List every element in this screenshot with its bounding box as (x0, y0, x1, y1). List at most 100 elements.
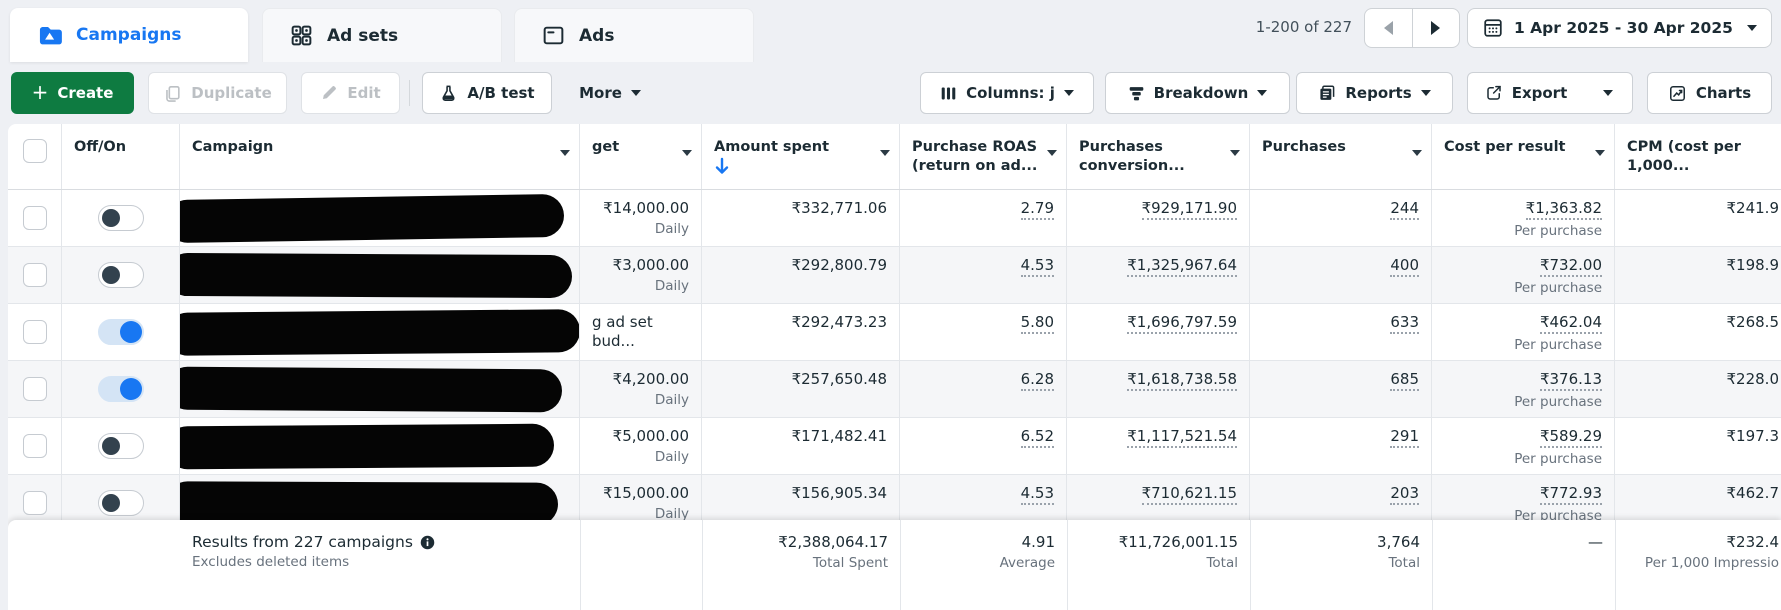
sort-menu-icon[interactable] (1595, 150, 1605, 156)
cost-per-result-cell: ₹732.00 Per purchase (1432, 247, 1615, 303)
breakdown-button[interactable]: Breakdown (1105, 72, 1290, 114)
toolbar-divider (409, 80, 410, 106)
reports-button-label: Reports (1345, 84, 1411, 102)
campaign-name-cell[interactable] (180, 361, 580, 417)
redacted-campaign-name (180, 253, 572, 298)
chevron-down-icon (1064, 90, 1074, 96)
header-amount-spent[interactable]: Amount spent (702, 124, 900, 189)
breakdown-icon (1128, 85, 1145, 102)
budget-cell: ₹3,000.00 Daily (580, 247, 702, 303)
budget-cell: ₹4,200.00 Daily (580, 361, 702, 417)
footer-conversion-value: ₹11,726,001.15 Total (1067, 520, 1250, 610)
campaign-name-cell[interactable] (180, 247, 580, 303)
columns-icon (940, 85, 957, 102)
campaign-toggle[interactable] (98, 376, 144, 402)
amount-spent-cell: ₹332,771.06 (702, 190, 900, 246)
reports-button[interactable]: Reports (1296, 72, 1453, 114)
ab-test-button[interactable]: A/B test (422, 72, 552, 114)
campaign-toggle[interactable] (98, 490, 144, 516)
duplicate-button[interactable]: Duplicate (148, 72, 287, 114)
purchases-cell: 633 (1250, 304, 1432, 360)
campaign-toggle[interactable] (98, 205, 144, 231)
header-checkbox-cell (8, 124, 62, 189)
purchases-conversion-value-cell: ₹929,171.90 (1067, 190, 1250, 246)
cpm-cell: ₹241.9 (1615, 190, 1781, 246)
toggle-knob (120, 378, 142, 400)
cpm-cell: ₹268.5 (1615, 304, 1781, 360)
header-purchases[interactable]: Purchases (1250, 124, 1432, 189)
header-cost-per-result[interactable]: Cost per result (1432, 124, 1615, 189)
row-checkbox[interactable] (23, 491, 47, 515)
export-button-label: Export (1512, 84, 1568, 102)
campaign-name-cell[interactable] (180, 418, 580, 474)
header-off-on: Off/On (62, 124, 180, 189)
toggle-knob (120, 321, 142, 343)
sort-menu-icon[interactable] (1412, 150, 1422, 156)
tab-ads[interactable]: Ads (514, 8, 754, 62)
tab-ad-sets[interactable]: Ad sets (262, 8, 502, 62)
tab-campaigns[interactable]: Campaigns (10, 8, 248, 62)
columns-button[interactable]: Columns: j (920, 72, 1094, 114)
ad-sets-grid-icon (289, 23, 314, 48)
chevron-down-icon (1747, 25, 1757, 31)
cost-per-result-cell: ₹462.04 Per purchase (1432, 304, 1615, 360)
select-all-checkbox[interactable] (23, 139, 47, 163)
toggle-knob (102, 437, 120, 455)
header-campaign[interactable]: Campaign (180, 124, 580, 189)
campaign-name-cell[interactable] (180, 190, 580, 246)
sort-menu-icon[interactable] (682, 150, 692, 156)
chevron-down-icon (1421, 90, 1431, 96)
footer-budget-cell (580, 520, 702, 610)
campaign-toggle[interactable] (98, 433, 144, 459)
info-icon[interactable] (420, 535, 435, 550)
row-checkbox[interactable] (23, 377, 47, 401)
charts-button[interactable]: Charts (1647, 72, 1772, 114)
row-checkbox[interactable] (23, 206, 47, 230)
purchase-roas-cell: 4.53 (900, 247, 1067, 303)
edit-button[interactable]: Edit (301, 72, 400, 114)
sort-menu-icon[interactable] (1047, 150, 1057, 156)
next-page-button[interactable] (1412, 9, 1460, 47)
header-budget[interactable]: get (580, 124, 702, 189)
create-button[interactable]: + Create (11, 72, 134, 114)
redacted-campaign-name (180, 367, 562, 413)
budget-cell: ₹5,000.00 Daily (580, 418, 702, 474)
redacted-campaign-name (180, 194, 564, 243)
header-purchase-roas[interactable]: Purchase ROAS (return on ad... (900, 124, 1067, 189)
campaign-name-cell[interactable] (180, 304, 580, 360)
purchases-conversion-value-cell: ₹1,696,797.59 (1067, 304, 1250, 360)
header-cpm[interactable]: CPM (cost per 1,000... (1615, 124, 1781, 189)
table-body: ₹14,000.00 Daily ₹332,771.06 2.79 ₹929,1… (8, 190, 1781, 532)
previous-page-button[interactable] (1365, 9, 1412, 47)
row-checkbox[interactable] (23, 263, 47, 287)
footer-roas: 4.91 Average (900, 520, 1067, 610)
row-checkbox[interactable] (23, 320, 47, 344)
next-page-icon (1431, 21, 1440, 35)
breakdown-button-label: Breakdown (1154, 84, 1249, 102)
tab-ads-label: Ads (579, 26, 614, 46)
export-options-button[interactable] (1584, 72, 1633, 114)
export-button[interactable]: Export (1467, 72, 1585, 114)
footer-cost-per-result: — (1432, 520, 1615, 610)
sort-menu-icon[interactable] (1230, 150, 1240, 156)
amount-spent-cell: ₹292,473.23 (702, 304, 900, 360)
amount-spent-cell: ₹171,482.41 (702, 418, 900, 474)
actions-toolbar: + Create Duplicate Edit A/B test More Co… (0, 64, 1781, 122)
cost-per-result-cell: ₹1,363.82 Per purchase (1432, 190, 1615, 246)
row-checkbox[interactable] (23, 434, 47, 458)
sort-menu-icon[interactable] (560, 150, 570, 156)
table-row: g ad set bud... ₹292,473.23 5.80 ₹1,696,… (8, 304, 1781, 361)
budget-cell: ₹14,000.00 Daily (580, 190, 702, 246)
campaign-toggle[interactable] (98, 262, 144, 288)
purchase-roas-cell: 5.80 (900, 304, 1067, 360)
sort-menu-icon[interactable] (880, 150, 890, 156)
more-button[interactable]: More (562, 72, 658, 114)
purchases-conversion-value-cell: ₹1,618,738.58 (1067, 361, 1250, 417)
tab-ad-sets-label: Ad sets (327, 26, 398, 46)
cost-per-result-cell: ₹589.29 Per purchase (1432, 418, 1615, 474)
header-purchases-conversion[interactable]: Purchases conversion... (1067, 124, 1250, 189)
date-range-selector[interactable]: 1 Apr 2025 - 30 Apr 2025 (1467, 8, 1772, 48)
summary-footer: Results from 227 campaigns Excludes dele… (8, 520, 1781, 610)
campaign-toggle[interactable] (98, 319, 144, 345)
amount-spent-cell: ₹292,800.79 (702, 247, 900, 303)
